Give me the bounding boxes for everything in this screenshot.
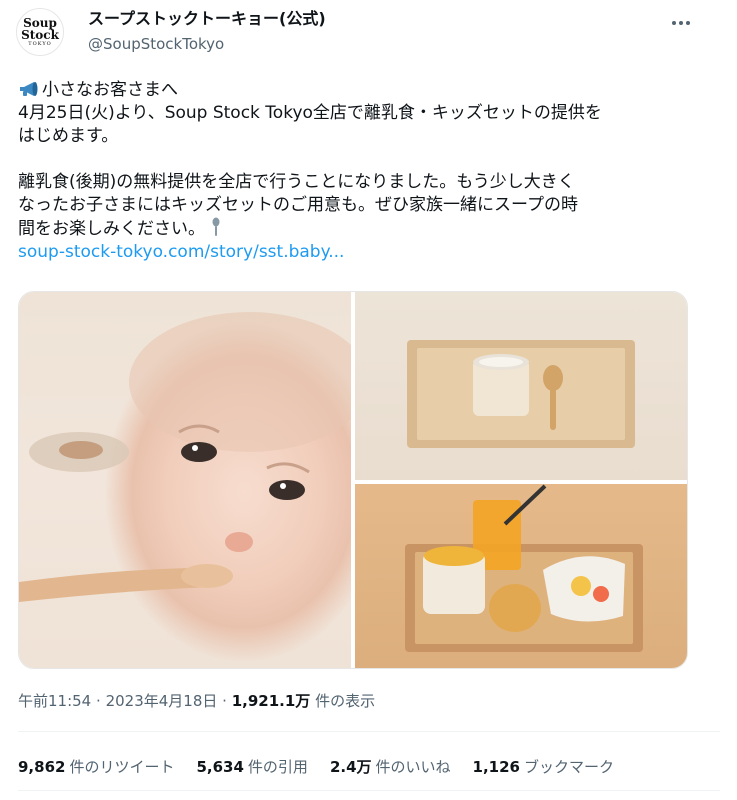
avatar-logo-line3: TOKYO (28, 40, 52, 47)
more-dot-icon (679, 21, 683, 25)
bookmarks-label: ブックマーク (523, 758, 614, 776)
engagement-stats: 9,862 件のリツイート 5,634 件の引用 2.4万 件のいいね 1,126 ブッ… (18, 757, 614, 777)
meta-dot: · (222, 692, 232, 710)
tweet-line: 小さなお客さまへ (18, 79, 708, 102)
tweet-line-text: 間をお楽しみください。 (18, 219, 205, 239)
likes-count: 2.4万 (329, 758, 372, 776)
more-options-button[interactable] (664, 6, 698, 40)
tweet-link[interactable]: soup-stock-tokyo.com/story/sst.baby... (18, 242, 344, 262)
tweet-time[interactable]: 午前11:54 (18, 692, 91, 710)
tweet-meta: 午前11:54 · 2023年4月18日 · 1,921.1万 件の表示 (18, 691, 375, 711)
quotes-label: 件の引用 (247, 758, 308, 776)
meta-dot: · (96, 692, 106, 710)
bookmarks-stat[interactable]: 1,126 ブックマーク (473, 757, 614, 777)
tweet-line: 離乳食(後期)の無料提供を全店で行うことになりました。もう少し大きく (18, 172, 575, 192)
tweet-line: 4月25日(火)より、Soup Stock Tokyo全店で離乳食・キッズセット… (18, 103, 602, 123)
kids-set-illustration (405, 484, 643, 652)
tweet-line-text: 小さなお客さまへ (42, 80, 178, 100)
likes-stat[interactable]: 2.4万 件のいいね (330, 757, 451, 777)
quotes-count: 5,634 (196, 758, 244, 776)
tweet-date[interactable]: 2023年4月18日 (106, 692, 218, 710)
tray-illustration (407, 340, 635, 448)
retweets-count: 9,862 (18, 758, 66, 776)
quotes-stat[interactable]: 5,634 件の引用 (196, 757, 307, 777)
tweet-line: はじめます。 (18, 126, 119, 146)
megaphone-icon (20, 82, 38, 96)
likes-label: 件のいいね (375, 758, 451, 776)
avatar[interactable]: Soup Stock TOKYO (16, 8, 64, 56)
spoon-icon (212, 217, 220, 236)
avatar-logo-line2: Stock (21, 27, 59, 42)
tweet-line: 間をお楽しみください。 (18, 217, 708, 241)
retweets-label: 件のリツイート (69, 758, 175, 776)
tweet-line: soup-stock-tokyo.com/story/sst.baby... (18, 241, 708, 264)
more-dot-icon (686, 21, 690, 25)
more-dot-icon (672, 21, 676, 25)
photo-baby-food-tray[interactable] (355, 292, 687, 480)
avatar-logo-line1: Soup (23, 15, 57, 30)
views-count: 1,921.1万 (231, 692, 311, 710)
tweet-text: 小さなお客さまへ 4月25日(火)より、Soup Stock Tokyo全店で離… (18, 79, 708, 264)
user-handle[interactable]: @SoupStockTokyo (88, 34, 224, 54)
divider (18, 731, 720, 732)
tweet: Soup Stock TOKYO スープストックトーキョー(公式) @SoupS… (0, 0, 737, 800)
baby-illustration (19, 312, 351, 602)
views-label: 件の表示 (315, 692, 376, 710)
divider (18, 790, 720, 791)
photo-kids-set-tray[interactable] (355, 484, 687, 668)
media-grid (18, 291, 688, 669)
tweet-line: なったお子さまにはキッズセットのご用意も。ぜひ家族一緒にスープの時 (18, 195, 578, 215)
display-name[interactable]: スープストックトーキョー(公式) (88, 8, 326, 30)
retweets-stat[interactable]: 9,862 件のリツイート (18, 757, 174, 777)
bookmarks-count: 1,126 (472, 758, 520, 776)
photo-baby-spoon[interactable] (19, 292, 351, 668)
